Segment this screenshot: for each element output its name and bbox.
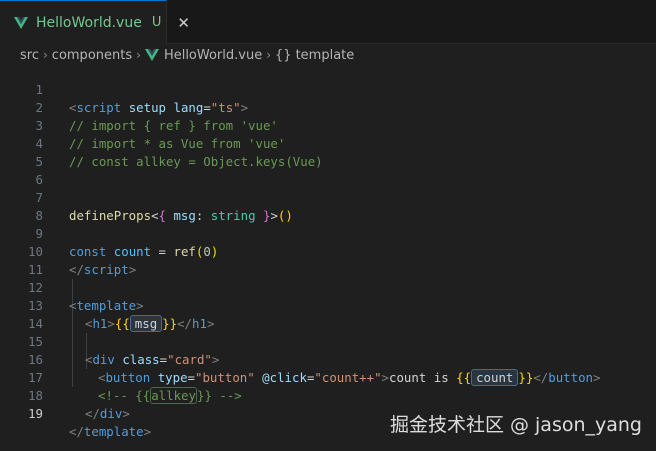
code-line: 17 <!-- {{allkey}} --> — [0, 351, 656, 404]
code-line: 13 <h1>{{msg}}</h1> — [0, 279, 656, 332]
breadcrumb-template-label: template — [295, 47, 355, 63]
code-line: 18 </div> — [0, 369, 656, 421]
code-line: 12 <template> — [0, 261, 656, 313]
code-line: 8 — [0, 189, 656, 223]
chevron-right-icon: › — [266, 48, 272, 62]
code-line: 6 — [0, 153, 656, 187]
watermark: 掘金技术社区 @ jason_yang — [389, 414, 642, 436]
code-line: 14 — [0, 297, 656, 331]
breadcrumb-file-label: HelloWorld.vue — [163, 47, 263, 63]
breadcrumb-item-file[interactable]: HelloWorld.vue — [144, 47, 263, 63]
breadcrumb-item-src[interactable]: src — [20, 48, 39, 63]
vue-icon — [144, 49, 159, 61]
breadcrumb-item-components[interactable]: components — [52, 48, 132, 63]
chevron-right-icon: › — [136, 48, 141, 62]
close-icon[interactable]: ✕ — [177, 14, 190, 32]
code-line: 10 </script> — [0, 225, 656, 277]
code-line: 5 — [0, 135, 656, 169]
code-line: 1 <script setup lang="ts"> — [0, 63, 656, 115]
breadcrumb-item-template[interactable]: {} template — [275, 48, 354, 63]
tab-label: HelloWorld.vue — [36, 14, 142, 31]
line-number: 19 — [28, 406, 43, 421]
code-line: 3 // import * as Vue from 'vue' — [0, 99, 656, 151]
code-line: 9 const count = ref(0) — [0, 207, 656, 259]
code-line: 4 // const allkey = Object.keys(Vue) — [0, 117, 656, 169]
chevron-right-icon: › — [42, 48, 48, 62]
code-editor[interactable]: 1 <script setup lang="ts"> 2 // import {… — [0, 63, 656, 451]
code-line: 7 defineProps<{ msg: string }>() — [0, 171, 656, 223]
code-line: 11 — [0, 243, 656, 277]
code-line-current: 19 </template> — [0, 387, 656, 439]
editor-tab-bar: HelloWorld.vue U ✕ — [0, 0, 656, 44]
vue-icon — [14, 16, 28, 29]
code-line: 15 <div class="card"> — [0, 315, 656, 367]
code-line: 2 // import { ref } from 'vue' — [0, 81, 656, 133]
untracked-badge: U — [151, 15, 162, 30]
tab-helloworld-vue[interactable]: HelloWorld.vue U ✕ — [0, 0, 190, 44]
braces-icon: {} — [275, 47, 292, 63]
code-line: 16 <button type="button" @click="count++… — [0, 333, 656, 386]
